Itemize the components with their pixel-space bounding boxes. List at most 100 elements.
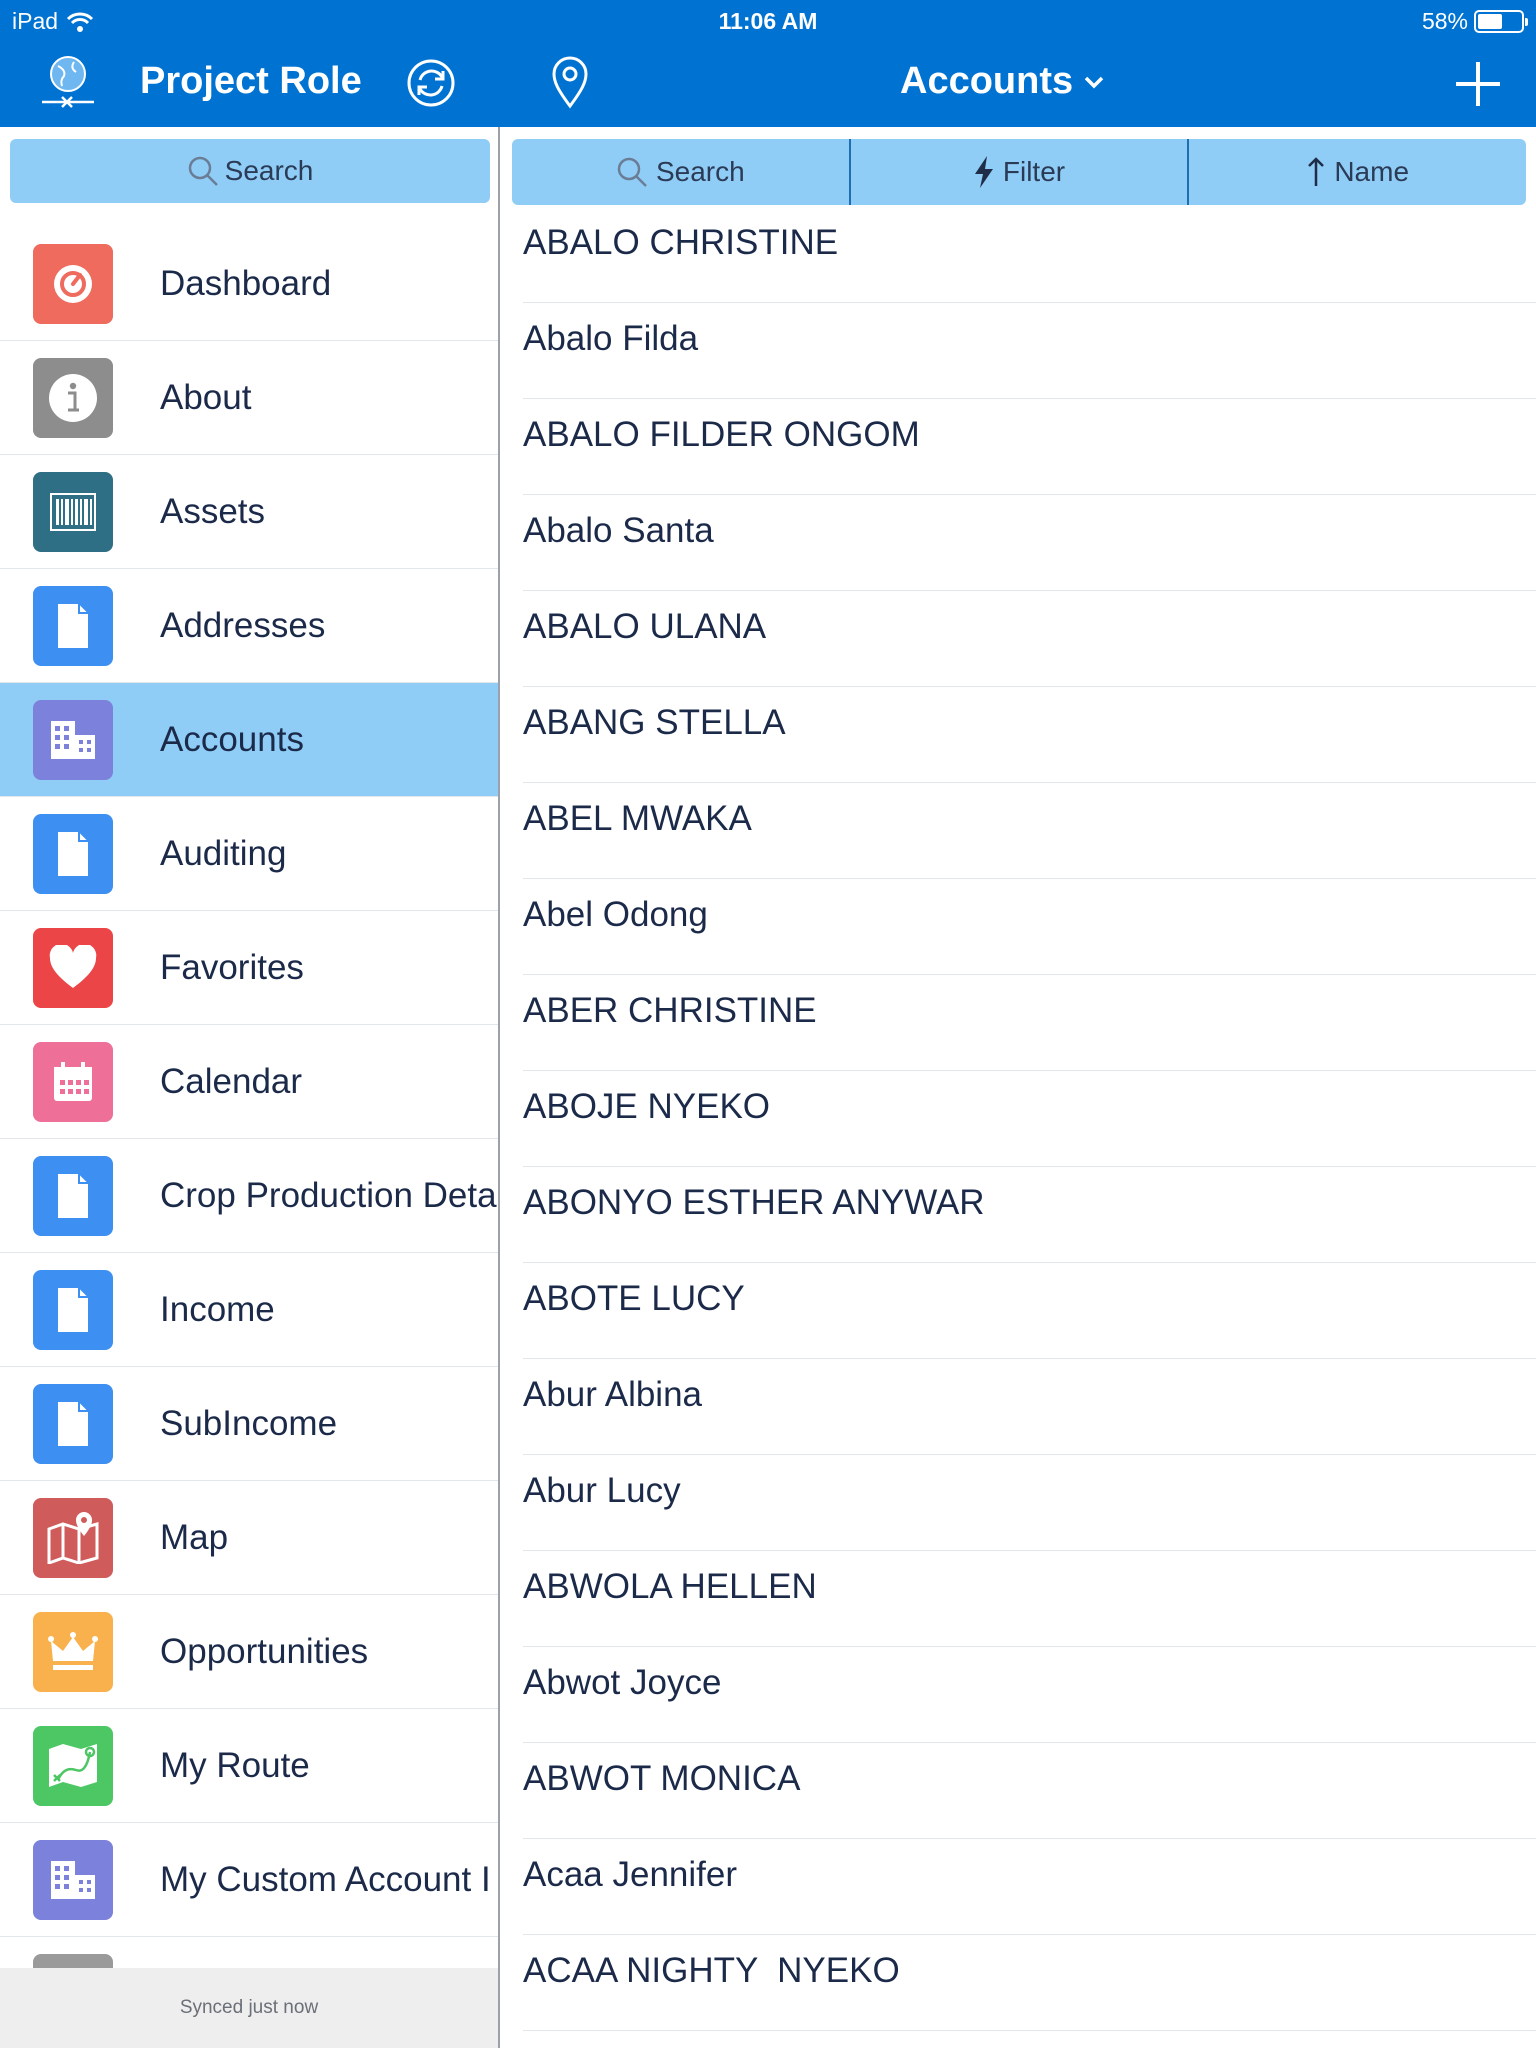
sidebar-item-calendar[interactable]: Calendar xyxy=(0,1025,498,1139)
list-item[interactable]: ABWOT MONICA xyxy=(502,1743,1536,1839)
list-item[interactable]: Abwot Joyce xyxy=(502,1647,1536,1743)
sidebar-item-label: Dashboard xyxy=(160,264,332,303)
list-item[interactable]: Abur Lucy xyxy=(502,1455,1536,1551)
accounts-list: ABALO CHRISTINE Abalo Filda ABALO FILDER O… xyxy=(502,207,1536,2031)
account-name: Abwot Joyce xyxy=(523,1663,722,1702)
sidebar-item-my-custom-account-i[interactable]: My Custom Account I xyxy=(0,1823,498,1937)
sidebar-item-label: Accounts xyxy=(160,720,304,759)
sidebar-item-auditing[interactable]: Auditing xyxy=(0,797,498,911)
battery-percent: 58% xyxy=(1421,8,1468,34)
module-selector[interactable]: Accounts xyxy=(900,60,1105,103)
account-name: ABALO CHRISTINE xyxy=(523,223,839,262)
search-icon xyxy=(617,157,647,187)
list-item[interactable]: Abur Albina xyxy=(502,1359,1536,1455)
lightning-icon xyxy=(974,156,993,188)
account-name: ABWOLA HELLEN xyxy=(523,1567,817,1606)
document-icon xyxy=(33,1270,113,1350)
accounts-panel: Search Filter Name ABALO CHRISTINE Abalo … xyxy=(502,127,1536,2048)
crown-icon xyxy=(33,1612,113,1692)
calendar-icon xyxy=(33,1042,113,1122)
battery-fill xyxy=(1478,14,1502,29)
account-name: Acaa Jennifer xyxy=(523,1855,738,1894)
account-name: ABEL MWAKA xyxy=(523,799,752,838)
sidebar-item-label: Favorites xyxy=(160,948,304,987)
account-name: ABOTE LUCY xyxy=(523,1279,745,1318)
chevron-down-icon xyxy=(1084,76,1104,88)
sidebar-item-favorites[interactable]: Favorites xyxy=(0,911,498,1025)
list-item[interactable]: ABWOLA HELLEN xyxy=(502,1551,1536,1647)
location-pin-icon[interactable] xyxy=(550,54,590,115)
sidebar-item-accounts[interactable]: Accounts xyxy=(0,683,498,797)
sidebar-item-dashboard[interactable]: Dashboard xyxy=(0,227,498,341)
sidebar-item-income[interactable]: Income xyxy=(0,1253,498,1367)
account-name: ABALO FILDER ONGOM xyxy=(523,415,920,454)
list-item[interactable]: Abalo Filda xyxy=(502,303,1536,399)
list-search-label: Search xyxy=(655,156,745,187)
document-icon xyxy=(33,1384,113,1464)
document-icon xyxy=(33,586,113,666)
document-icon xyxy=(33,1156,113,1236)
sidebar-item-assets[interactable]: Assets xyxy=(0,455,498,569)
list-item[interactable]: ABALO FILDER ONGOM xyxy=(502,399,1536,495)
list-item[interactable]: Abalo Santa xyxy=(502,495,1536,591)
plus-icon[interactable] xyxy=(1454,60,1502,113)
account-name: Abalo Santa xyxy=(523,511,714,550)
filter-button[interactable]: Filter xyxy=(850,139,1190,205)
building-icon xyxy=(33,700,113,780)
account-name: ABONYO ESTHER ANYWAR xyxy=(523,1183,985,1222)
sidebar-item-label: Addresses xyxy=(160,606,326,645)
building-icon xyxy=(33,1840,113,1920)
sync-status: Synced just now xyxy=(0,1968,498,2048)
sidebar-item-about[interactable]: About xyxy=(0,341,498,455)
list-item[interactable]: ABER CHRISTINE xyxy=(502,975,1536,1071)
sidebar-item-label: My Custom Account I xyxy=(160,1860,491,1899)
list-item[interactable]: ABALO CHRISTINE xyxy=(502,207,1536,303)
search-icon xyxy=(188,156,218,186)
clock: 11:06 AM xyxy=(718,8,818,34)
account-name: ABER CHRISTINE xyxy=(523,991,817,1030)
list-item[interactable]: ABALO ULANA xyxy=(502,591,1536,687)
sidebar: Search Dashboard About Assets Addresses Acco… xyxy=(0,127,500,2048)
sidebar-item-addresses[interactable]: Addresses xyxy=(0,569,498,683)
info-icon xyxy=(33,358,113,438)
gauge-icon xyxy=(33,244,113,324)
list-item[interactable]: ACAA NIGHTY NYEKO xyxy=(502,1935,1536,2031)
list-toolbar: Search Filter Name xyxy=(512,139,1527,205)
list-item[interactable]: ABONYO ESTHER ANYWAR xyxy=(502,1167,1536,1263)
module-title: Accounts xyxy=(900,60,1074,102)
sidebar-item-label: My Route xyxy=(160,1746,310,1785)
sidebar-item-crop-production-deta[interactable]: Crop Production Deta xyxy=(0,1139,498,1253)
account-name: ACAA NIGHTY NYEKO xyxy=(523,1951,900,1990)
account-name: Abalo Filda xyxy=(523,319,699,358)
battery-icon xyxy=(1474,10,1528,33)
route-icon xyxy=(33,1726,113,1806)
sidebar-item-opportunities[interactable]: Opportunities xyxy=(0,1595,498,1709)
globe-logo-icon[interactable] xyxy=(38,54,98,117)
sync-icon[interactable] xyxy=(406,58,456,113)
list-item[interactable]: ABOJE NYEKO xyxy=(502,1071,1536,1167)
nav-bar: Project Role Accounts xyxy=(0,42,1536,127)
sidebar-item-my-route[interactable]: My Route xyxy=(0,1709,498,1823)
list-item[interactable]: ABOTE LUCY xyxy=(502,1263,1536,1359)
top-bar: iPad 11:06 AM 58% Project Role Accounts xyxy=(0,0,1536,127)
sort-label: Name xyxy=(1334,156,1410,187)
account-name: ABANG STELLA xyxy=(523,703,786,742)
sidebar-item-map[interactable]: Map xyxy=(0,1481,498,1595)
map-icon xyxy=(33,1498,113,1578)
sidebar-item-subincome[interactable]: SubIncome xyxy=(0,1367,498,1481)
sort-button[interactable]: Name xyxy=(1189,139,1527,205)
list-item[interactable]: ABANG STELLA xyxy=(502,687,1536,783)
list-item[interactable]: Abel Odong xyxy=(502,879,1536,975)
list-item[interactable]: Acaa Jennifer xyxy=(502,1839,1536,1935)
sidebar-item-label: Auditing xyxy=(160,834,287,873)
battery-status: 58% xyxy=(1421,8,1528,35)
list-item[interactable]: ABEL MWAKA xyxy=(502,783,1536,879)
sidebar-menu: Dashboard About Assets Addresses Accounts Aud… xyxy=(0,227,498,2048)
status-bar: iPad 11:06 AM 58% xyxy=(0,0,1536,42)
sidebar-item-label: Calendar xyxy=(160,1062,303,1101)
sidebar-search-label: Search xyxy=(224,155,314,186)
sidebar-search-button[interactable]: Search xyxy=(10,139,490,203)
app-title: Project Role xyxy=(140,60,362,102)
list-search-button[interactable]: Search xyxy=(512,139,851,205)
sidebar-item-label: Assets xyxy=(160,492,266,531)
